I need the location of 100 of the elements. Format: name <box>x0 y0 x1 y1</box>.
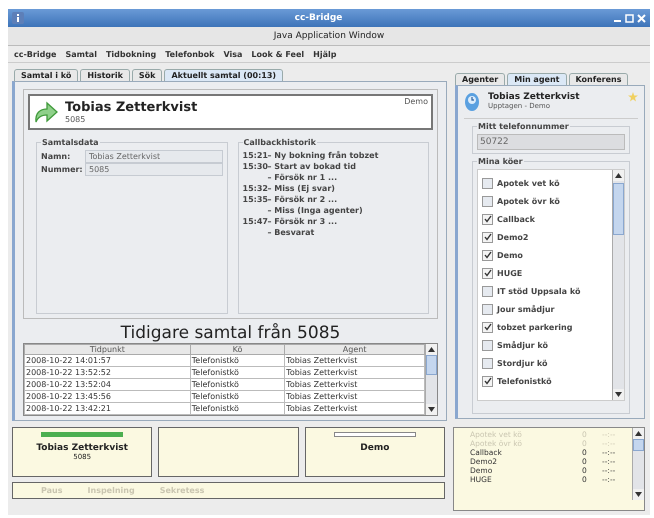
agent-icon <box>464 92 480 112</box>
scroll-up-icon[interactable] <box>428 347 435 352</box>
caller-number: 5085 <box>65 115 86 124</box>
column-header[interactable]: Kö <box>190 344 285 354</box>
history-entry: – Ny bokning från tobzet <box>268 150 378 161</box>
table-cell: 2008-10-22 13:52:52 <box>24 366 190 378</box>
queue-label: Stordjur kö <box>497 358 548 368</box>
checkbox[interactable] <box>482 376 493 386</box>
table-cell: Tobias Zetterkvist <box>284 402 424 414</box>
tab[interactable]: Sök <box>132 69 162 81</box>
queue-label: Demo <box>404 97 428 106</box>
agent-name: Tobias Zetterkvist <box>488 92 581 102</box>
scroll-down-icon[interactable] <box>428 407 435 412</box>
history-time: 15:30 <box>242 162 268 171</box>
menu-item[interactable]: Hjälp <box>313 50 336 58</box>
history-entry: – Miss (Inga agenter) <box>268 205 363 216</box>
queue-label: Telefonistkö <box>497 376 552 386</box>
table-cell: Tobias Zetterkvist <box>284 354 424 366</box>
history-entry: – Försök nr 2 ... <box>268 194 338 205</box>
checkbox[interactable] <box>482 286 493 296</box>
history-time: 15:35 <box>242 195 268 204</box>
table-cell: Telefonistkö <box>190 354 285 366</box>
menu-item[interactable]: Tidbokning <box>106 50 156 58</box>
table-cell: 2008-10-22 13:45:56 <box>24 390 190 402</box>
checkbox[interactable] <box>482 268 493 278</box>
group-title: Callbackhistorik <box>242 138 317 147</box>
line-name: Tobias Zetterkvist <box>36 443 128 453</box>
table-cell: Tobias Zetterkvist <box>284 390 424 402</box>
menu-item[interactable]: Visa <box>223 50 242 58</box>
table-cell: Telefonistkö <box>190 402 285 414</box>
close-icon[interactable] <box>637 14 646 22</box>
field-label: Namn: <box>41 152 72 161</box>
table-cell: Telefonistkö <box>190 366 285 378</box>
queue-label: Apotek övr kö <box>497 196 560 206</box>
queue-label: Demo <box>497 250 523 260</box>
history-entry: – Besvarat <box>268 227 314 238</box>
column-header[interactable]: Agent <box>284 344 424 354</box>
queue-label: HUGE <box>497 268 522 278</box>
tab[interactable]: Agenter <box>455 73 506 85</box>
field-label: Nummer: <box>41 165 84 174</box>
checkbox[interactable] <box>482 304 493 314</box>
forward-arrow-icon <box>33 100 59 124</box>
history-entry: – Miss (Ej svar) <box>268 183 335 194</box>
tab[interactable]: Aktuellt samtal (00:13) <box>164 69 284 81</box>
group-title: Mina köer <box>477 157 524 166</box>
text-field[interactable]: Tobias Zetterkvist <box>85 150 222 163</box>
checkbox[interactable] <box>482 250 493 260</box>
menu-item[interactable]: Telefonbok <box>165 50 214 58</box>
history-entry: – Försök nr 1 ... <box>268 172 338 183</box>
table-cell: Tobias Zetterkvist <box>284 366 424 378</box>
queue-label: Apotek vet kö <box>497 178 560 188</box>
scroll-thumb[interactable] <box>426 355 437 375</box>
history-time: 15:21 <box>242 151 268 160</box>
history-entry: – Försök nr 3 ... <box>268 216 338 227</box>
scrollbar[interactable] <box>632 428 644 500</box>
tab[interactable]: Samtal i kö <box>14 69 78 81</box>
group-title: Samtalsdata <box>41 138 100 147</box>
group-title: Mitt telefonnummer <box>477 122 570 131</box>
table-cell: 2008-10-22 14:01:57 <box>24 354 190 366</box>
checkbox[interactable] <box>482 214 493 224</box>
line-card[interactable]: Demo <box>304 427 445 477</box>
window-subtitle: Java Application Window <box>274 31 384 41</box>
table-cell: 2008-10-22 13:52:04 <box>24 378 190 390</box>
maximize-icon[interactable] <box>625 14 634 22</box>
star-icon[interactable] <box>628 92 638 102</box>
history-time: 15:47 <box>242 217 268 226</box>
window-title: cc-Bridge <box>294 13 344 23</box>
checkbox[interactable] <box>482 178 493 188</box>
scrollbar[interactable] <box>612 170 624 400</box>
table-cell: Telefonistkö <box>190 378 285 390</box>
line-card[interactable] <box>158 427 299 477</box>
scroll-down-icon[interactable] <box>635 492 642 497</box>
scrollbar[interactable] <box>425 344 437 415</box>
table-cell: Telefonistkö <box>190 390 285 402</box>
history-time: 15:32 <box>242 184 268 193</box>
scroll-up-icon[interactable] <box>635 431 642 436</box>
tab[interactable]: Min agent <box>507 73 566 85</box>
checkbox[interactable] <box>482 322 493 332</box>
menu-item[interactable]: Samtal <box>65 50 97 58</box>
scroll-thumb[interactable] <box>613 183 624 235</box>
scroll-down-icon[interactable] <box>615 392 622 397</box>
menu-item[interactable]: cc-Bridge <box>14 50 56 58</box>
queue-label: IT stöd Uppsala kö <box>497 286 580 296</box>
phone-field[interactable]: 50722 <box>477 134 625 150</box>
column-header[interactable]: Tidpunkt <box>24 344 190 354</box>
table-cell: Tobias Zetterkvist <box>284 378 424 390</box>
checkbox[interactable] <box>482 232 493 242</box>
text-field[interactable]: 5085 <box>85 163 222 176</box>
checkbox[interactable] <box>482 340 493 350</box>
checkbox[interactable] <box>482 196 493 206</box>
caller-name: Tobias Zetterkvist <box>65 100 198 115</box>
line-name: Demo <box>360 443 390 453</box>
menu-item[interactable]: Look & Feel <box>251 50 304 58</box>
tab[interactable]: Konferens <box>568 73 628 85</box>
tab[interactable]: Historik <box>80 69 130 81</box>
checkbox[interactable] <box>482 358 493 368</box>
scroll-up-icon[interactable] <box>615 173 622 178</box>
history-entry: – Start av bokad tid <box>268 161 356 172</box>
queue-label: Jour smådjur <box>497 304 555 314</box>
scroll-thumb[interactable] <box>633 439 644 451</box>
